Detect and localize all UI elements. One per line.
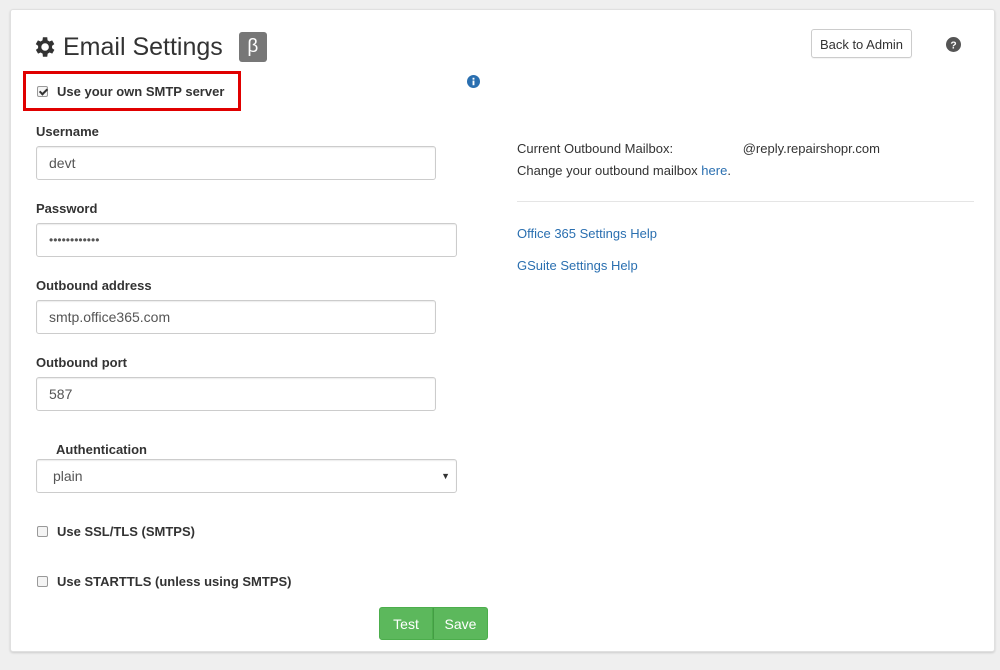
authentication-value: plain	[53, 468, 83, 484]
test-button[interactable]: Test	[379, 607, 433, 640]
username-label: Username	[36, 124, 99, 139]
outbound-port-value: 587	[49, 386, 73, 402]
email-settings-panel: Email Settings β Back to Admin ? Use you…	[10, 9, 995, 652]
ssl-checkbox[interactable]	[37, 526, 48, 537]
back-to-admin-button[interactable]: Back to Admin	[811, 29, 912, 58]
smtp-server-checkbox[interactable]	[37, 86, 48, 97]
authentication-label: Authentication	[56, 442, 147, 457]
username-value: devt	[49, 155, 76, 171]
outbound-port-label: Outbound port	[36, 355, 127, 370]
starttls-checkbox[interactable]	[37, 576, 48, 587]
gear-icon	[35, 37, 55, 57]
username-input[interactable]: devt	[36, 146, 436, 180]
page-title: Email Settings	[63, 32, 223, 61]
change-suffix: .	[727, 163, 731, 178]
authentication-select[interactable]: plain ▼	[36, 459, 457, 493]
redacted-mailbox	[676, 141, 743, 153]
gsuite-help-link[interactable]: GSuite Settings Help	[517, 255, 638, 277]
password-value: ••••••••••••	[49, 233, 100, 247]
form-actions: Test Save	[379, 607, 488, 640]
mailbox-prefix: Current Outbound Mailbox:	[517, 141, 677, 156]
change-prefix: Change your outbound mailbox	[517, 163, 702, 178]
beta-badge: β	[238, 32, 267, 62]
save-button[interactable]: Save	[433, 607, 488, 640]
starttls-label: Use STARTTLS (unless using SMTPS)	[57, 574, 292, 589]
ssl-checkbox-row[interactable]: Use SSL/TLS (SMTPS)	[37, 524, 195, 539]
office365-help-link[interactable]: Office 365 Settings Help	[517, 223, 657, 245]
change-mailbox-text: Change your outbound mailbox here.	[517, 160, 731, 182]
password-input[interactable]: ••••••••••••	[36, 223, 457, 257]
caret-down-icon: ▼	[441, 471, 450, 481]
smtp-server-checkbox-row[interactable]: Use your own SMTP server	[37, 84, 224, 99]
mailbox-domain: @reply.repairshopr.com	[742, 141, 880, 156]
change-mailbox-link[interactable]: here	[701, 163, 727, 178]
info-circle-icon[interactable]	[467, 75, 480, 88]
starttls-checkbox-row[interactable]: Use STARTTLS (unless using SMTPS)	[37, 574, 292, 589]
outbound-port-input[interactable]: 587	[36, 377, 436, 411]
ssl-label: Use SSL/TLS (SMTPS)	[57, 524, 195, 539]
question-circle-icon[interactable]: ?	[946, 37, 961, 52]
outbound-address-value: smtp.office365.com	[49, 309, 171, 325]
page-header: Email Settings β	[31, 30, 267, 64]
divider	[517, 201, 974, 202]
svg-text:?: ?	[950, 40, 956, 51]
outbound-address-label: Outbound address	[36, 278, 152, 293]
current-mailbox-text: Current Outbound Mailbox: @reply.repairs…	[517, 138, 880, 160]
password-label: Password	[36, 201, 98, 216]
outbound-address-input[interactable]: smtp.office365.com	[36, 300, 436, 334]
smtp-server-label: Use your own SMTP server	[57, 84, 225, 99]
